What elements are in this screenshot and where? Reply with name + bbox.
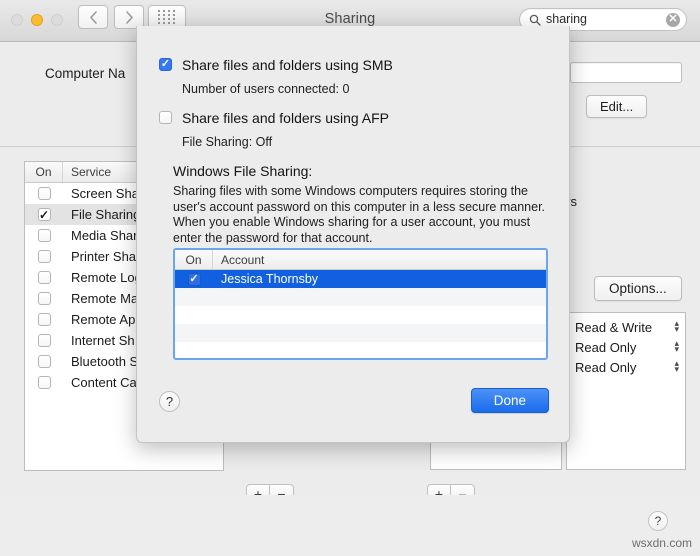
sheet-help-button[interactable]: ? xyxy=(159,391,180,412)
service-checkbox[interactable] xyxy=(37,355,51,368)
service-checkbox-cell xyxy=(25,292,63,305)
search-input[interactable]: sharing xyxy=(546,13,666,26)
page-help-button[interactable]: ? xyxy=(648,511,668,531)
service-checkbox[interactable] xyxy=(37,376,51,389)
account-row-empty[interactable] xyxy=(175,324,546,342)
service-checkbox[interactable] xyxy=(37,187,51,200)
permission-value: Read Only xyxy=(575,359,637,375)
service-checkbox[interactable] xyxy=(37,334,51,347)
service-checkbox-cell xyxy=(25,313,63,326)
remove-folder-button[interactable]: − xyxy=(451,484,475,495)
accounts-table-header: On Account xyxy=(175,250,546,270)
service-checkbox[interactable] xyxy=(37,313,51,326)
account-row-empty[interactable] xyxy=(175,288,546,306)
service-checkbox-cell xyxy=(25,187,63,200)
service-checkbox-cell xyxy=(25,355,63,368)
chevron-up-down-icon: ▴ ▾ xyxy=(674,318,679,334)
sharing-preferences-window: Sharing sharing ✕ Computer Na Edit... On… xyxy=(0,0,700,495)
computer-name-label: Computer Na xyxy=(45,66,126,81)
service-checkbox[interactable] xyxy=(37,271,51,284)
page-root: Sharing sharing ✕ Computer Na Edit... On… xyxy=(0,0,700,556)
afp-checkbox[interactable] xyxy=(159,111,172,124)
account-row[interactable]: Jessica Thornsby xyxy=(175,270,546,288)
chevron-up-down-icon: ▴ ▾ xyxy=(674,338,679,354)
permission-popup-1[interactable]: Read Only ▴ ▾ xyxy=(567,337,685,357)
add-folder-button[interactable]: + xyxy=(427,484,451,495)
edit-button[interactable]: Edit... xyxy=(586,95,648,118)
account-name: Jessica Thornsby xyxy=(221,272,319,286)
service-checkbox-cell xyxy=(25,376,63,389)
service-checkbox-cell xyxy=(25,271,63,284)
afp-label: Share files and folders using AFP xyxy=(182,110,390,126)
windows-sharing-title: Windows File Sharing: xyxy=(173,163,313,179)
service-checkbox[interactable] xyxy=(37,292,51,305)
clear-search-icon[interactable]: ✕ xyxy=(666,12,680,27)
account-row-empty[interactable] xyxy=(175,306,546,324)
users-add-remove-group: + − xyxy=(246,484,294,495)
service-checkbox[interactable] xyxy=(37,208,51,221)
chevron-up-down-icon: ▴ ▾ xyxy=(674,358,679,374)
afp-checkbox-row[interactable]: Share files and folders using AFP xyxy=(159,111,389,125)
accounts-table[interactable]: On Account Jessica Thornsby xyxy=(173,248,548,360)
smb-checkbox-row[interactable]: Share files and folders using SMB xyxy=(159,58,393,72)
afp-status: File Sharing: Off xyxy=(182,135,273,149)
smb-label: Share files and folders using SMB xyxy=(182,57,393,73)
remove-user-button[interactable]: − xyxy=(270,484,294,495)
accounts-rows: Jessica Thornsby xyxy=(175,270,546,358)
windows-sharing-description: Sharing files with some Windows computer… xyxy=(173,184,546,245)
permission-value: Read & Write xyxy=(575,319,653,335)
permission-value: Read Only xyxy=(575,339,637,355)
add-user-button[interactable]: + xyxy=(246,484,270,495)
watermark: wsxdn.com xyxy=(631,536,692,550)
options-button[interactable]: Options... xyxy=(594,276,682,301)
service-checkbox-cell xyxy=(25,208,63,221)
permissions-panel: Read & Write ▴ ▾ Read Only ▴ ▾ Read Only ▴ ▾ xyxy=(566,312,686,470)
account-checkbox-cell xyxy=(175,272,213,286)
service-checkbox[interactable] xyxy=(37,229,51,242)
smb-options-sheet: Share files and folders using SMB Number… xyxy=(136,26,570,443)
permission-rows: Read & Write ▴ ▾ Read Only ▴ ▾ Read Only ▴ ▾ xyxy=(567,317,685,377)
accounts-header-on: On xyxy=(175,250,213,269)
services-header-on: On xyxy=(25,162,63,182)
account-checkbox[interactable] xyxy=(187,272,201,286)
smb-checkbox[interactable] xyxy=(159,58,172,71)
accounts-header-account: Account xyxy=(221,253,265,267)
service-checkbox-cell xyxy=(25,229,63,242)
service-checkbox-cell xyxy=(25,334,63,347)
computer-name-input[interactable] xyxy=(570,62,682,83)
service-checkbox-cell xyxy=(25,250,63,263)
permission-popup-0[interactable]: Read & Write ▴ ▾ xyxy=(567,317,685,337)
smb-status: Number of users connected: 0 xyxy=(182,82,350,96)
search-icon xyxy=(529,14,541,26)
done-button[interactable]: Done xyxy=(470,388,549,413)
shared-folders-add-remove-group: + − xyxy=(427,484,475,495)
service-checkbox[interactable] xyxy=(37,250,51,263)
permission-popup-2[interactable]: Read Only ▴ ▾ xyxy=(567,357,685,377)
account-row-empty[interactable] xyxy=(175,342,546,358)
